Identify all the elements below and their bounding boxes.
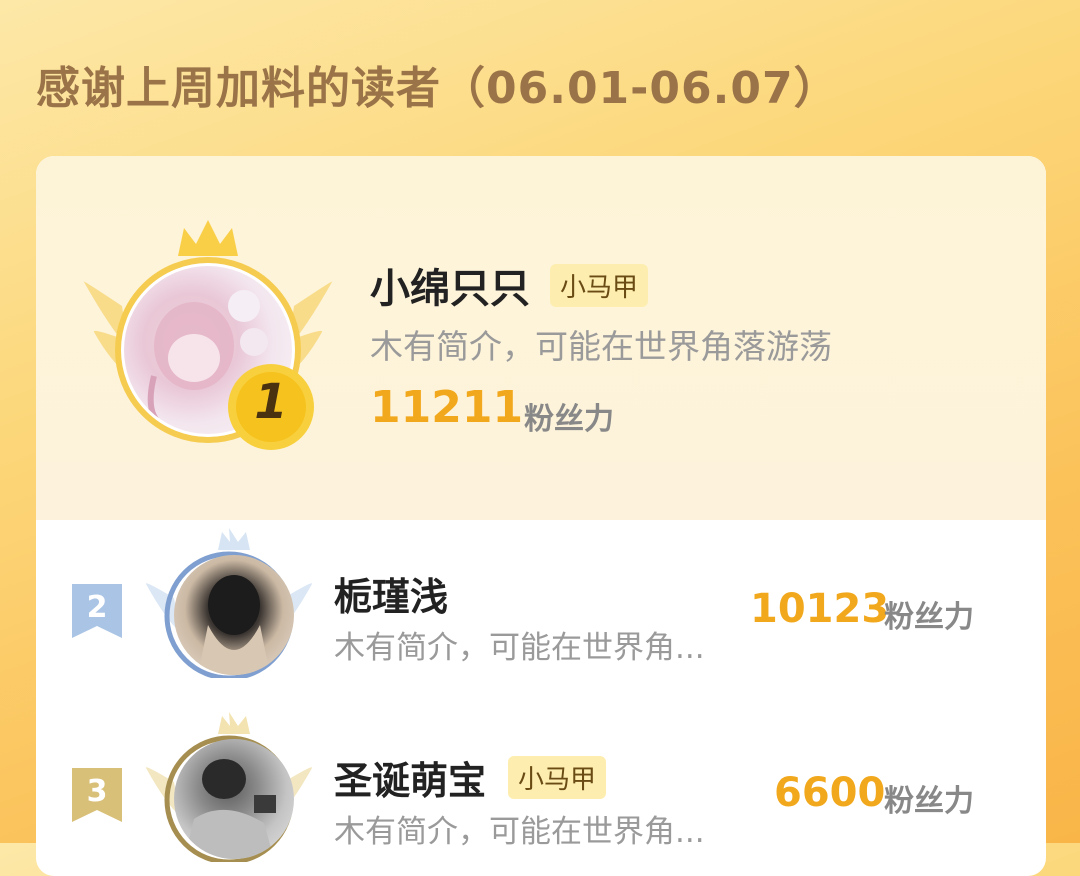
reader-tag: 小马甲	[508, 756, 607, 799]
fans-unit: 粉丝力	[524, 402, 614, 437]
rank-1-item[interactable]: 1 小绵只只 小马甲 木有简介，可能在世界角落游荡 11211 粉丝力	[36, 156, 1046, 520]
reader-name[interactable]: 小绵只只	[370, 256, 530, 314]
fans-count: 6600	[774, 770, 886, 816]
reader-bio: 木有简介，可能在世界角...	[334, 814, 705, 850]
reader-tag: 小马甲	[550, 264, 649, 307]
reader-name[interactable]: 栀瑾浅	[334, 566, 448, 621]
rank-2-item[interactable]: 2 栀瑾浅 木有简介，可能在世界角... 10123 粉丝力	[36, 520, 1046, 704]
fans-unit: 粉丝力	[884, 600, 974, 635]
crown-icon	[218, 528, 250, 550]
rank-number: 3	[86, 774, 108, 809]
crown-icon	[178, 220, 238, 256]
fans-unit: 粉丝力	[884, 784, 974, 819]
reader-ranking-card: 1 小绵只只 小马甲 木有简介，可能在世界角落游荡 11211 粉丝力 2 栀瑾…	[36, 156, 1046, 876]
fans-count: 11211	[370, 382, 524, 433]
rank-number: 1	[254, 374, 288, 430]
reader-bio: 木有简介，可能在世界角...	[334, 630, 705, 666]
avatar[interactable]	[174, 739, 294, 859]
fans-count: 10123	[750, 586, 890, 632]
rank-3-item[interactable]: 3 圣诞萌宝 小马甲 木有简介，可能在世界角... 6600 粉丝力	[36, 704, 1046, 876]
rank-number: 2	[86, 590, 108, 625]
avatar[interactable]	[174, 555, 294, 675]
page-title: 感谢上周加料的读者（06.01-06.07）	[36, 63, 839, 114]
reader-name[interactable]: 圣诞萌宝	[334, 750, 486, 805]
reader-bio: 木有简介，可能在世界角落游荡	[370, 327, 832, 366]
crown-icon	[218, 712, 250, 734]
